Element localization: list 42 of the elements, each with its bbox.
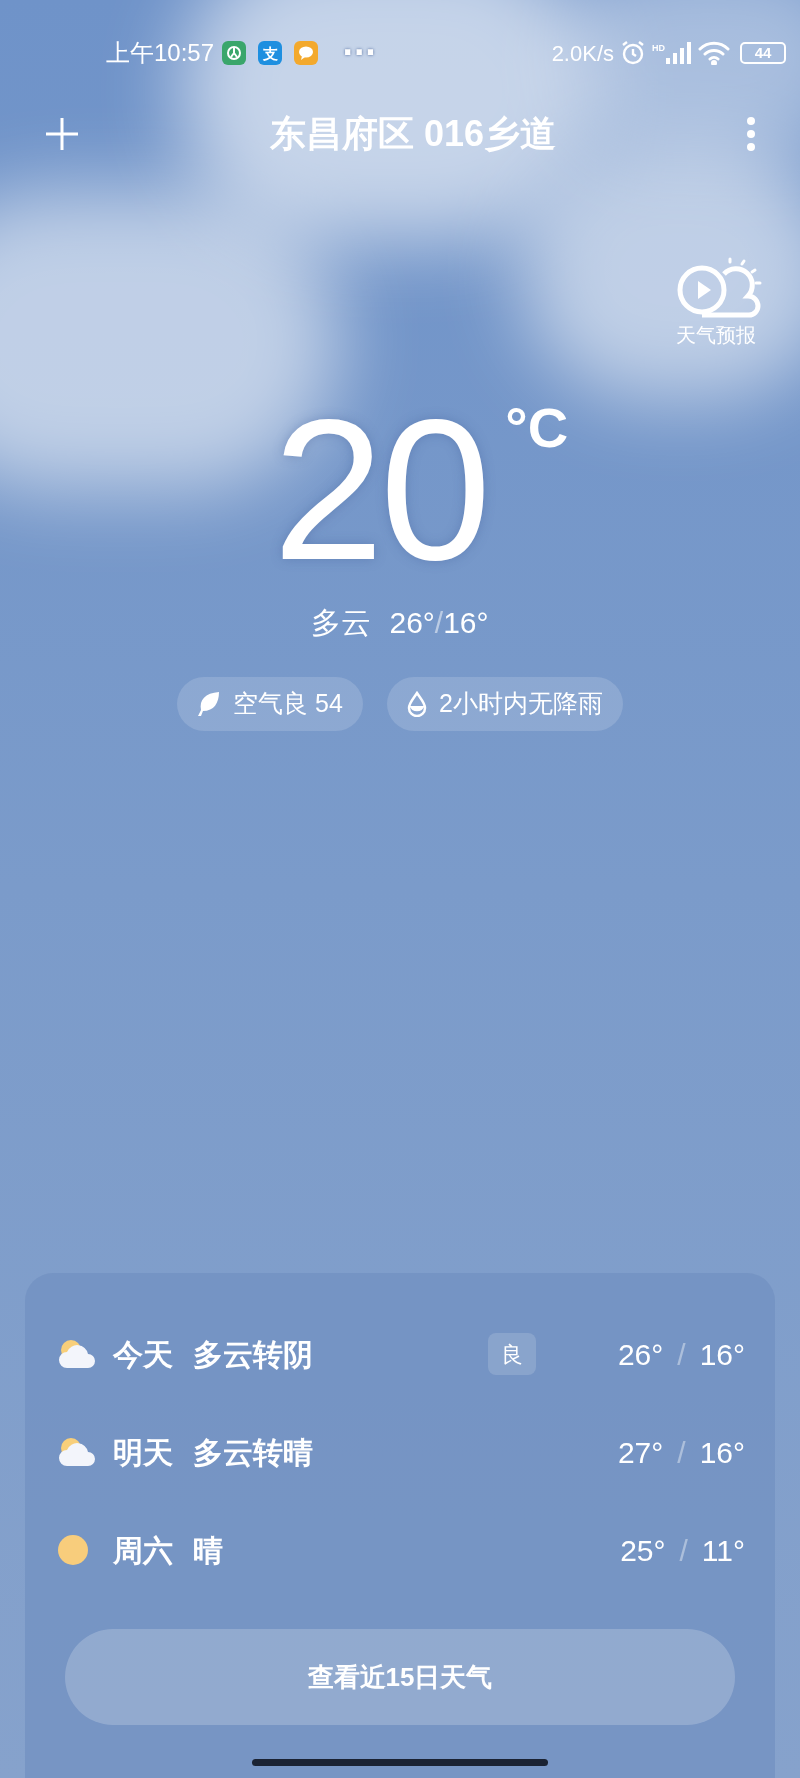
more-menu-icon[interactable] xyxy=(746,116,756,152)
forecast-day: 周六 xyxy=(113,1527,173,1573)
forecast-condition: 多云转阴 xyxy=(193,1336,313,1373)
leaf-icon xyxy=(197,691,222,717)
low-temperature: 16° xyxy=(443,605,489,641)
network-speed: 2.0K/s xyxy=(551,39,614,68)
forecast-day: 今天 xyxy=(113,1331,173,1377)
more-notifications: ··· xyxy=(342,38,377,68)
wifi-icon xyxy=(698,41,730,65)
alarm-icon xyxy=(620,40,646,66)
current-temperature: 20 xyxy=(272,378,488,601)
weather-forecast-video-button[interactable]: 天气预报 xyxy=(670,256,762,350)
air-quality-badge: 良 xyxy=(487,1333,536,1375)
fifteen-day-forecast-button[interactable]: 查看近15日天气 xyxy=(65,1629,735,1725)
separator-slash: / xyxy=(677,1434,686,1471)
forecast-low: 16° xyxy=(699,1336,745,1373)
battery-indicator: 44 xyxy=(740,42,786,64)
separator-slash: / xyxy=(679,1532,688,1569)
forecast-low: 11° xyxy=(701,1532,745,1569)
air-quality-chip[interactable]: 空气良 54 xyxy=(177,677,363,731)
forecast-low: 16° xyxy=(699,1434,745,1471)
status-time: 上午10:57 xyxy=(106,38,215,68)
separator-slash: / xyxy=(677,1336,686,1373)
high-temperature: 26° xyxy=(389,605,435,641)
forecast-condition: 晴 xyxy=(193,1532,223,1569)
forecast-high: 26° xyxy=(617,1336,664,1373)
location-title: 东昌府区 016乡道 xyxy=(269,112,557,156)
weather-condition: 多云 xyxy=(311,605,372,641)
payment-app-icon: 支 xyxy=(258,41,283,65)
hd-label: HD xyxy=(652,42,665,55)
forecast-day: 明天 xyxy=(113,1429,173,1475)
forecast-condition: 多云转晴 xyxy=(193,1434,313,1471)
water-drop-icon xyxy=(406,691,427,717)
app-notification-icon xyxy=(222,41,247,65)
add-icon[interactable] xyxy=(44,116,80,152)
forecast-high: 27° xyxy=(617,1434,664,1471)
chat-notification-icon xyxy=(294,41,319,65)
temperature-unit: °C xyxy=(505,400,569,456)
signal-icon xyxy=(666,42,692,64)
separator-slash: / xyxy=(434,605,444,641)
forecast-high: 25° xyxy=(620,1532,666,1569)
precipitation-chip[interactable]: 2小时内无降雨 xyxy=(386,677,623,731)
